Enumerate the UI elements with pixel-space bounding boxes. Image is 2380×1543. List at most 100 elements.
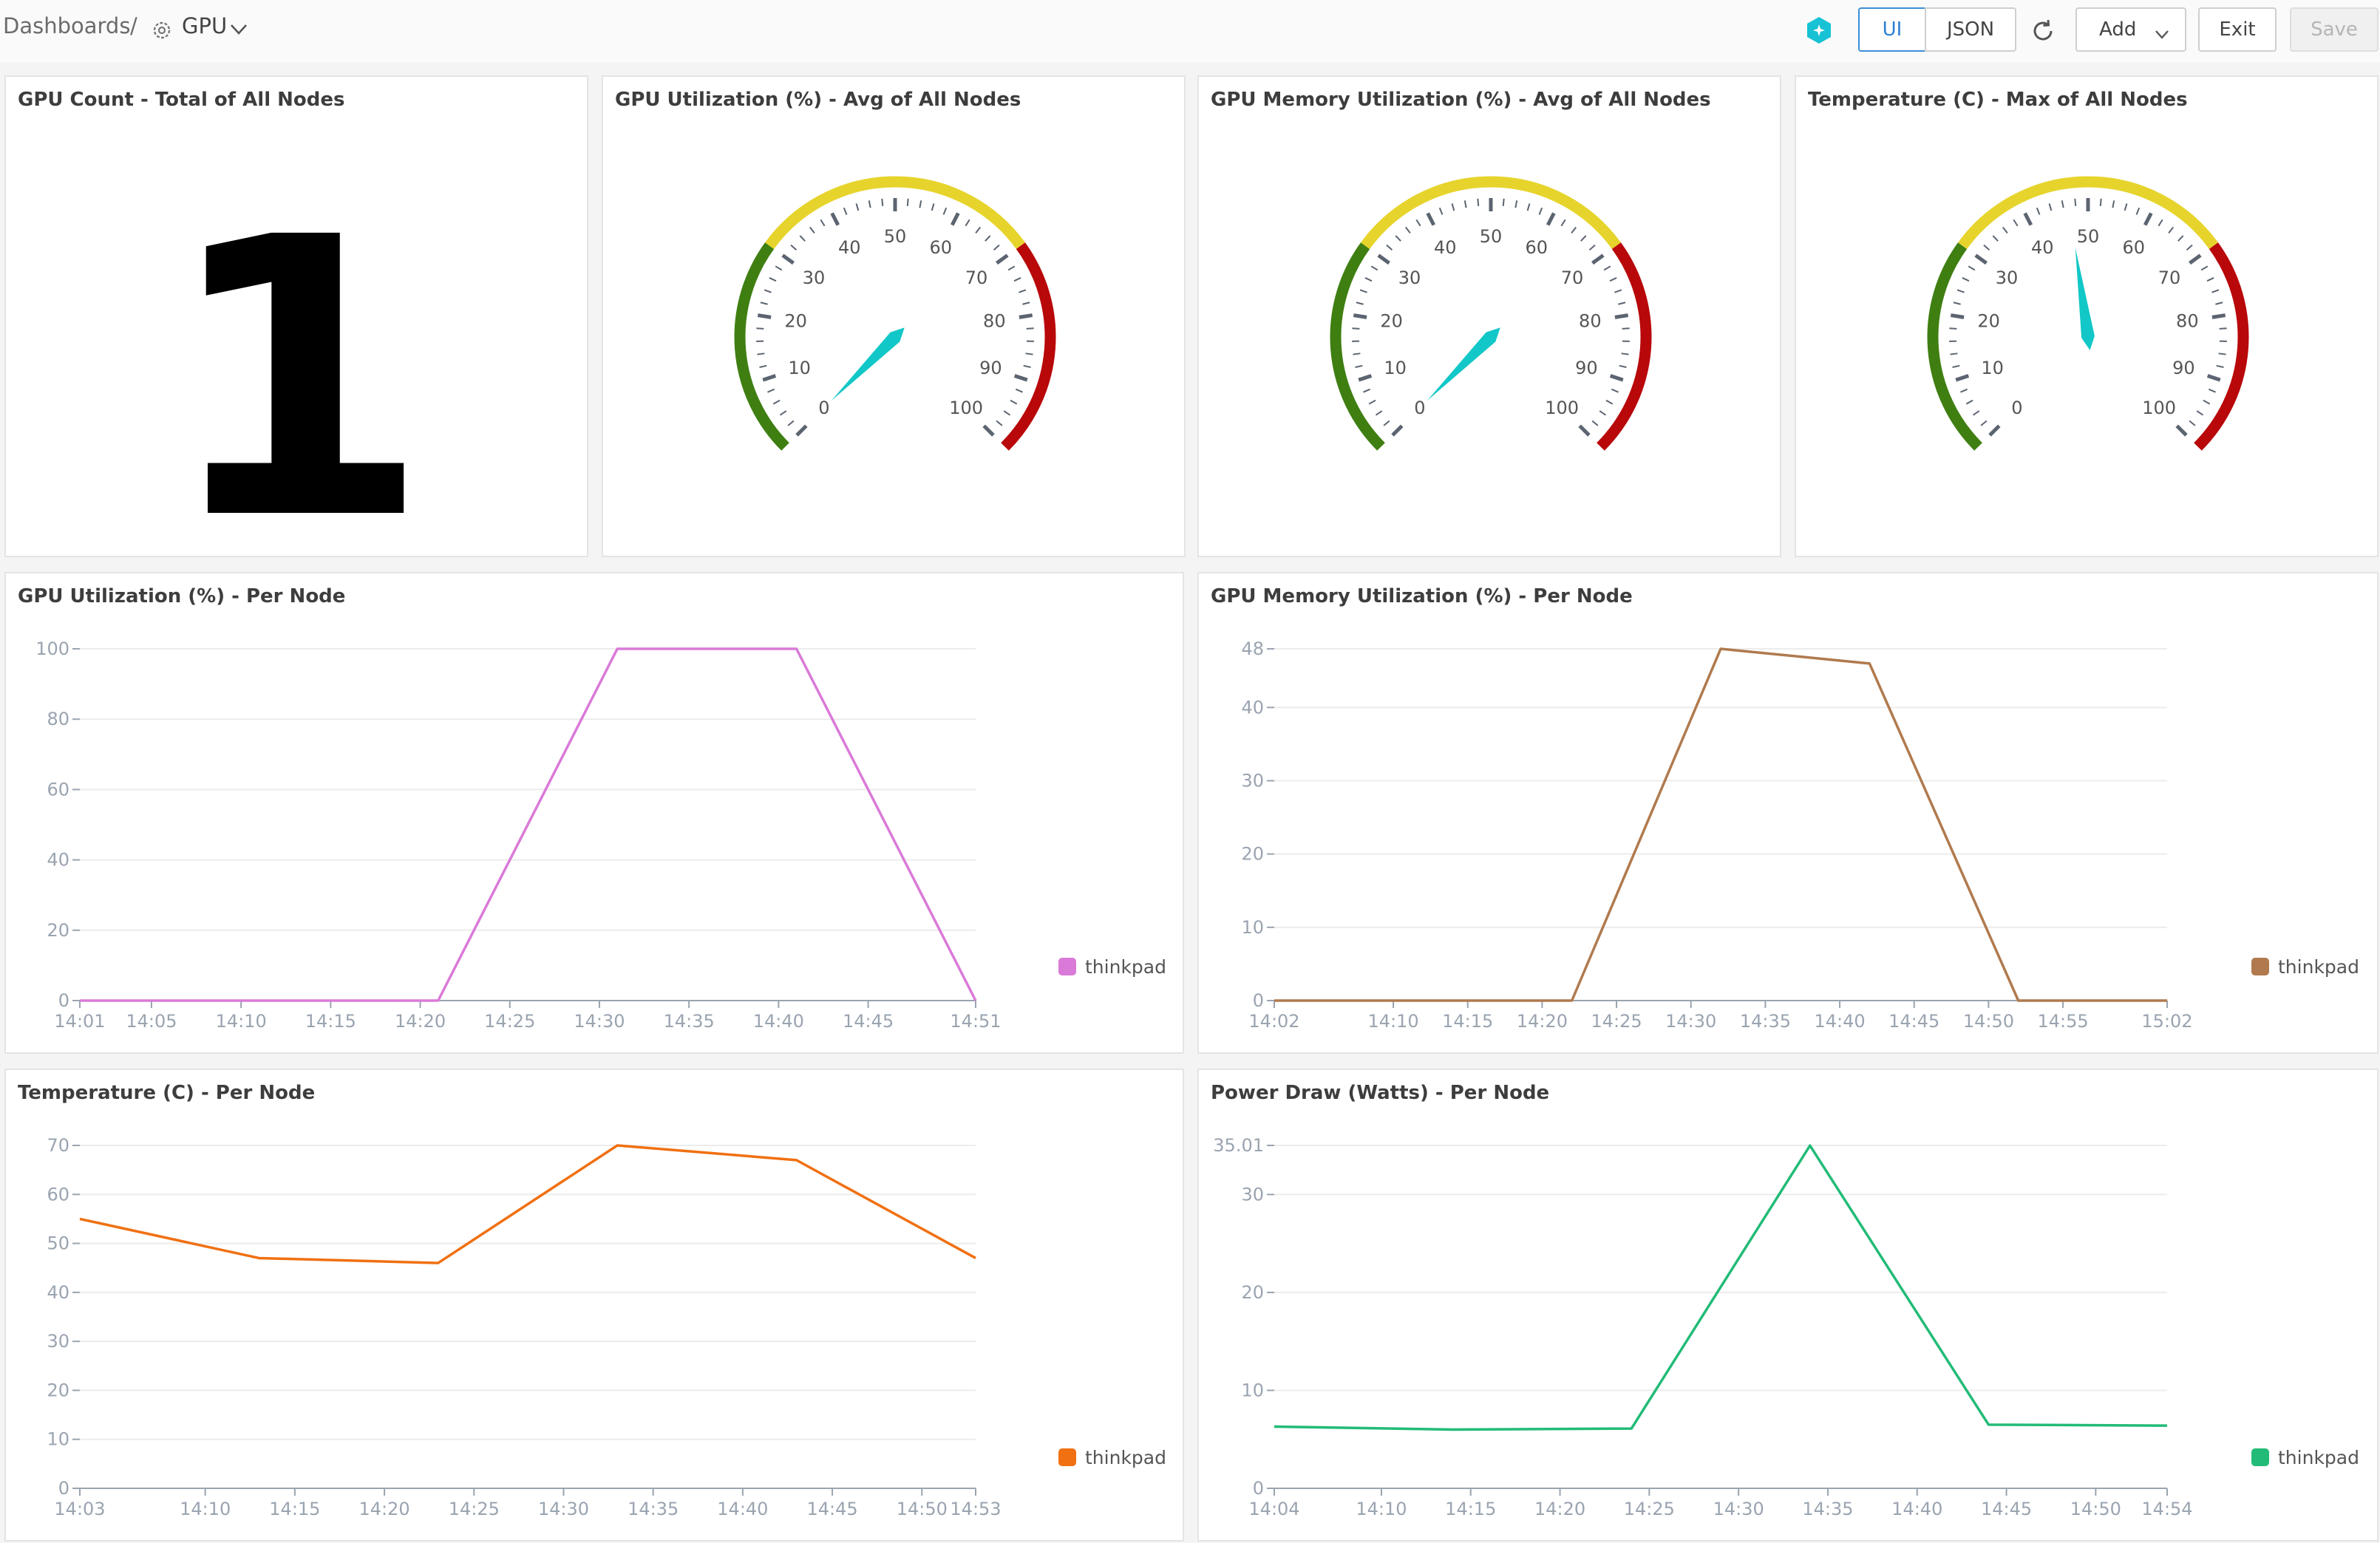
- gear-icon[interactable]: [151, 19, 173, 41]
- gauge-minor-tick: [1954, 302, 1961, 304]
- power-draw-chart-panel: Power Draw (Watts) - Per Node 010203035.…: [1197, 1069, 2379, 1542]
- gauge-major-tick: [1378, 255, 1390, 263]
- series-line: [1274, 649, 2167, 1001]
- gauge-minor-tick: [1371, 266, 1378, 270]
- x-tick-label: 14:10: [1367, 1011, 1418, 1032]
- x-tick-label: 14:50: [2070, 1499, 2121, 1519]
- gauge-minor-tick: [965, 219, 969, 225]
- exit-button[interactable]: Exit: [2198, 7, 2277, 52]
- gauge-minor-tick: [882, 199, 883, 206]
- refresh-icon[interactable]: [2030, 18, 2056, 44]
- gauge-tick-label: 20: [784, 311, 807, 332]
- gauge-minor-tick: [1004, 411, 1010, 415]
- y-tick-label: 10: [1241, 1380, 1264, 1400]
- gauge-tick-label: 80: [2176, 311, 2199, 332]
- gauge-minor-tick: [2220, 328, 2227, 329]
- legend-label: thinkpad: [2278, 1447, 2359, 1468]
- gauge-minor-tick: [1376, 411, 1382, 415]
- x-tick-label: 14:50: [1963, 1011, 2014, 1032]
- x-tick-label: 14:51: [950, 1011, 1001, 1032]
- gauge-minor-tick: [2219, 353, 2226, 354]
- gauge-minor-tick: [1610, 278, 1616, 281]
- gauge-minor-tick: [944, 208, 947, 214]
- dashboard-title[interactable]: GPU: [182, 13, 227, 38]
- gauge-minor-tick: [1606, 401, 1613, 404]
- add-button[interactable]: Add: [2075, 7, 2186, 52]
- gauge-minor-tick: [1614, 290, 1621, 292]
- gauge-minor-tick: [1618, 302, 1625, 304]
- x-tick-label: 14:10: [180, 1499, 231, 1519]
- gauge-minor-tick: [1984, 245, 1990, 251]
- gauge-tick-label: 0: [818, 398, 829, 418]
- gauge-minor-tick: [1966, 401, 1973, 404]
- gauge-major-tick: [1990, 426, 1999, 435]
- x-tick-label: 15:02: [2141, 1011, 2192, 1032]
- y-tick-label: 30: [47, 1331, 69, 1352]
- gauge-major-tick: [2208, 376, 2220, 381]
- gauge-minor-tick: [1503, 199, 1504, 206]
- gauge-major-tick: [832, 213, 838, 225]
- series-line: [80, 1145, 976, 1263]
- gauge-minor-tick: [1622, 328, 1630, 329]
- line-chart: 010203035.0114:0414:1014:1514:2014:2514:…: [1199, 1070, 2380, 1543]
- gauge-minor-tick: [2062, 200, 2064, 208]
- gauge-minor-tick: [994, 245, 1000, 251]
- x-tick-label: 14:35: [1802, 1499, 1853, 1519]
- gauge-tick-label: 10: [1981, 358, 2004, 378]
- gauge-band-red: [1004, 246, 1050, 447]
- line-chart: 02040608010014:0114:0514:1014:1514:2014:…: [6, 573, 1186, 1055]
- gauge-needle: [2075, 248, 2095, 350]
- gauge-minor-tick: [761, 302, 768, 304]
- x-tick-label: 14:10: [1356, 1499, 1407, 1519]
- gauge-minor-tick: [1993, 236, 1998, 241]
- gauge-major-tick: [2145, 213, 2151, 225]
- gauge-minor-tick: [2201, 266, 2208, 270]
- gauge-tick-label: 20: [1977, 311, 2000, 332]
- gauge-minor-tick: [1365, 278, 1372, 281]
- line-chart: 01020304050607014:0314:1014:1514:2014:25…: [6, 1070, 1186, 1543]
- breadcrumb-dashboards-link[interactable]: Dashboards: [3, 13, 130, 38]
- gauge-minor-tick: [1515, 200, 1517, 208]
- gauge-tick-label: 20: [1380, 311, 1403, 332]
- legend-swatch: [2251, 1448, 2269, 1466]
- gauge-minor-tick: [1571, 227, 1576, 233]
- x-tick-label: 14:20: [1534, 1499, 1585, 1519]
- assistant-hexagon-icon[interactable]: [1806, 16, 1832, 44]
- y-tick-label: 0: [58, 1478, 69, 1499]
- gauge-tick-label: 60: [2122, 237, 2145, 258]
- gauge-minor-tick: [1599, 411, 1605, 415]
- gauge-minor-tick: [1604, 266, 1611, 270]
- y-tick-label: 10: [47, 1429, 69, 1450]
- line-chart: 0102030404814:0214:1014:1514:2014:2514:3…: [1199, 573, 2380, 1055]
- x-tick-label: 14:45: [1888, 1011, 1939, 1032]
- gauge-minor-tick: [1406, 227, 1410, 233]
- gauge-tick-label: 100: [2142, 398, 2176, 418]
- gpu-count-value: 1: [6, 188, 587, 572]
- y-tick-label: 70: [47, 1135, 69, 1156]
- y-tick-label: 30: [1241, 1184, 1264, 1205]
- gauge-band-green: [1336, 246, 1381, 447]
- gauge-minor-tick: [985, 236, 990, 241]
- gauge-major-tick: [1976, 255, 1987, 263]
- gauge-minor-tick: [996, 420, 1002, 425]
- y-tick-label: 40: [47, 850, 69, 871]
- gauge-tick-label: 30: [1996, 268, 2019, 288]
- y-tick-label: 0: [58, 990, 69, 1011]
- x-tick-label: 14:03: [54, 1499, 105, 1519]
- gauge-tick-label: 50: [2077, 226, 2100, 247]
- legend-swatch: [2251, 958, 2269, 975]
- y-tick-label: 40: [1241, 697, 1264, 718]
- save-button[interactable]: Save: [2290, 7, 2379, 52]
- x-tick-label: 14:30: [538, 1499, 589, 1519]
- gauge-minor-tick: [2112, 200, 2114, 208]
- x-tick-label: 14:01: [54, 1011, 105, 1032]
- x-tick-label: 14:20: [358, 1499, 409, 1519]
- json-mode-button[interactable]: JSON: [1925, 7, 2016, 52]
- y-tick-label: 20: [1241, 844, 1264, 865]
- gauge-minor-tick: [2158, 219, 2162, 225]
- ui-mode-button[interactable]: UI: [1858, 7, 1926, 52]
- chevron-down-icon[interactable]: [229, 22, 248, 37]
- gauge-major-tick: [1611, 376, 1623, 381]
- gauge-minor-tick: [1968, 266, 1975, 270]
- gauge-minor-tick: [1619, 366, 1627, 367]
